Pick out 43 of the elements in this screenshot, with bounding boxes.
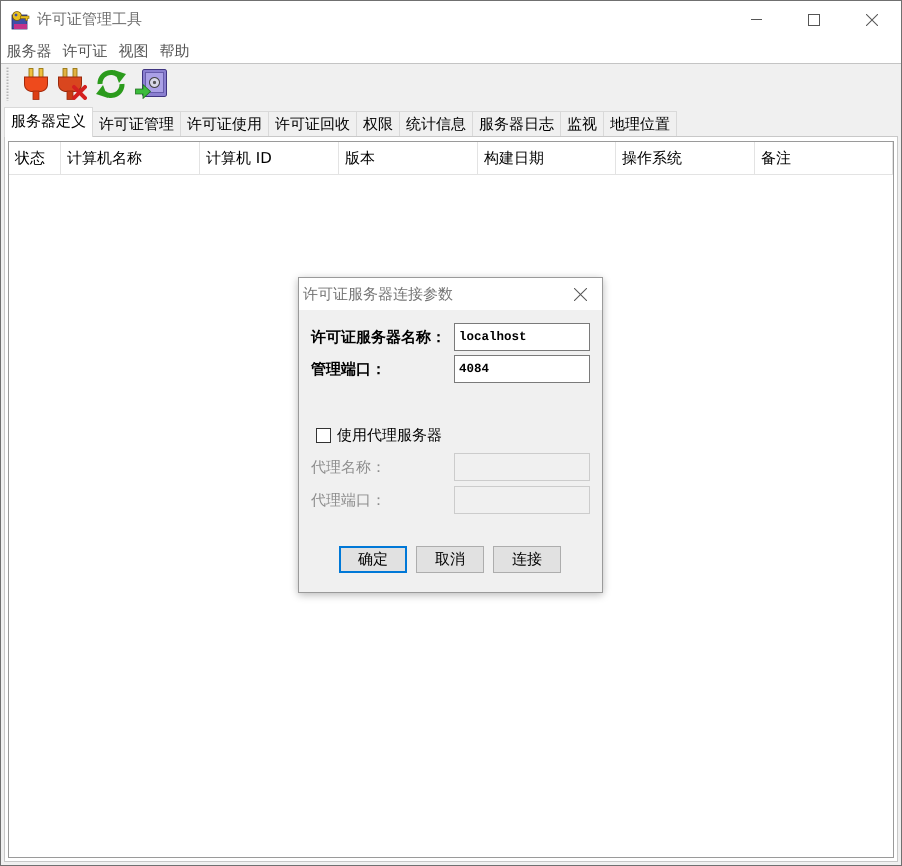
dialog-button[interactable]: 确定 <box>339 546 407 573</box>
checkbox-label[interactable]: 使用代理服务器 <box>337 426 442 444</box>
field-label: 许可证服务器名称： <box>311 328 447 346</box>
close-icon <box>574 288 586 300</box>
tab[interactable]: 许可证使用 <box>181 111 269 136</box>
key-book-icon <box>10 10 30 30</box>
dialog-button[interactable]: 连接 <box>493 546 561 573</box>
input-field[interactable]: 4084 <box>454 355 590 383</box>
column-header: 计算机 ID <box>200 142 339 174</box>
menu-item[interactable]: 视图 <box>113 40 154 62</box>
tab[interactable]: 许可证管理 <box>93 111 181 136</box>
checkbox[interactable] <box>316 428 331 442</box>
dialog-title: 许可证服务器连接参数 <box>302 284 453 304</box>
column-header: 状态 <box>9 142 61 174</box>
tab[interactable]: 统计信息 <box>400 111 473 136</box>
menu-item[interactable]: 许可证 <box>57 40 113 62</box>
safe-arrow-icon[interactable] <box>135 69 167 99</box>
tab[interactable]: 许可证回收 <box>269 111 357 136</box>
input-field[interactable]: localhost <box>454 323 590 351</box>
field-label: 代理名称： <box>311 458 387 476</box>
menu-item[interactable]: 帮助 <box>154 40 195 62</box>
column-header: 操作系统 <box>616 142 755 174</box>
menu-item[interactable]: 服务器 <box>1 40 57 62</box>
dialog-button[interactable]: 取消 <box>416 546 484 573</box>
plug-cross-icon[interactable] <box>57 68 87 100</box>
window-title: 许可证管理工具 <box>37 10 142 29</box>
column-header: 版本 <box>339 142 478 174</box>
maximize-icon <box>808 14 820 26</box>
minimize-icon <box>750 19 762 20</box>
refresh-icon[interactable] <box>95 69 127 99</box>
plug-icon[interactable] <box>23 68 49 100</box>
field-label: 管理端口： <box>311 360 387 378</box>
tab[interactable]: 权限 <box>357 111 400 136</box>
grip-icon <box>6 67 9 101</box>
tab[interactable]: 服务器日志 <box>473 111 561 136</box>
close-icon <box>866 14 878 26</box>
tab[interactable]: 服务器定义 <box>4 107 93 137</box>
column-header: 计算机名称 <box>61 142 200 174</box>
tab[interactable]: 地理位置 <box>604 111 677 136</box>
column-header: 备注 <box>755 142 893 174</box>
column-header: 构建日期 <box>478 142 616 174</box>
tab[interactable]: 监视 <box>561 111 604 136</box>
field-label: 代理端口： <box>311 490 387 510</box>
